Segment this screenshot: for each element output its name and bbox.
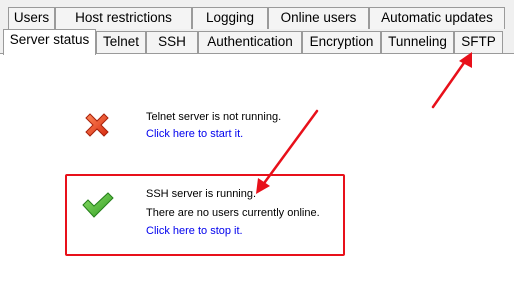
tab-host-restrictions[interactable]: Host restrictions bbox=[55, 7, 192, 29]
tab-encryption[interactable]: Encryption bbox=[302, 31, 381, 53]
highlight-box bbox=[65, 174, 345, 256]
tab-tunneling[interactable]: Tunneling bbox=[381, 31, 454, 53]
tab-ssh[interactable]: SSH bbox=[146, 31, 198, 53]
telnet-status-text: Telnet server is not running. bbox=[146, 111, 282, 123]
tab-users[interactable]: Users bbox=[8, 7, 55, 29]
tab-authentication[interactable]: Authentication bbox=[198, 31, 302, 53]
tab-telnet[interactable]: Telnet bbox=[96, 31, 146, 53]
tab-server-status[interactable]: Server status bbox=[3, 29, 96, 55]
red-x-icon bbox=[85, 113, 109, 137]
tab-logging[interactable]: Logging bbox=[192, 7, 268, 29]
tab-online-users[interactable]: Online users bbox=[268, 7, 369, 29]
telnet-start-link[interactable]: Click here to start it. bbox=[146, 127, 243, 141]
tab-automatic-updates[interactable]: Automatic updates bbox=[369, 7, 505, 29]
tab-sftp[interactable]: SFTP bbox=[454, 31, 503, 53]
